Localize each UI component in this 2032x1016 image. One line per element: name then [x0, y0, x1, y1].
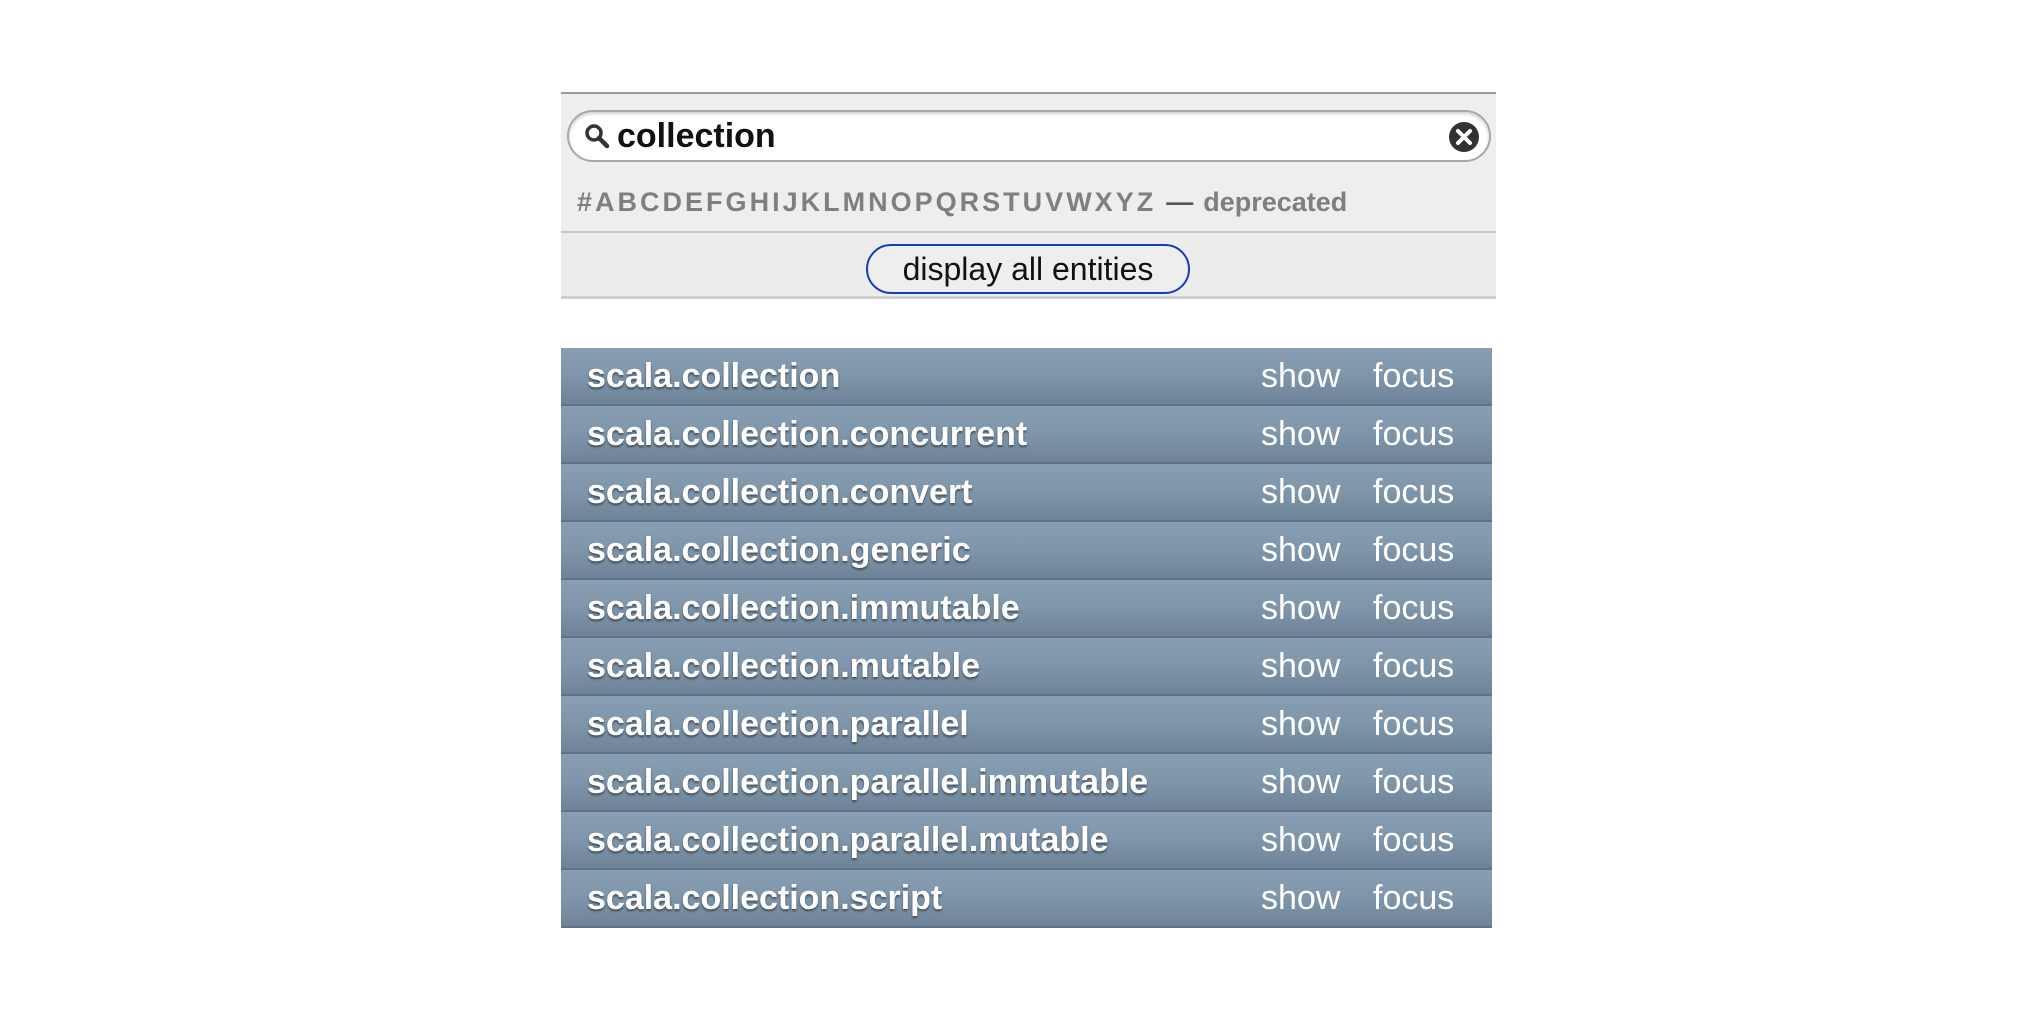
letter-index-item[interactable]: M [843, 187, 866, 218]
entity-row[interactable]: scala.collection.parallel.immutable show f… [561, 754, 1492, 812]
show-link[interactable]: show [1261, 696, 1340, 752]
entity-row[interactable]: scala.collection.convert show focus [561, 464, 1492, 522]
clear-search-icon[interactable] [1447, 120, 1481, 154]
letter-index-item[interactable]: L [823, 187, 840, 218]
focus-link[interactable]: focus [1373, 406, 1454, 462]
focus-link[interactable]: focus [1373, 696, 1454, 752]
letter-index-item[interactable]: C [640, 187, 660, 218]
entity-name[interactable]: scala.collection.mutable [587, 638, 980, 694]
letter-index-item[interactable]: X [1095, 187, 1113, 218]
focus-link[interactable]: focus [1373, 870, 1454, 926]
entity-row[interactable]: scala.collection.concurrent show focus [561, 406, 1492, 464]
letter-index-item[interactable]: D [663, 187, 683, 218]
letter-index-item[interactable]: B [618, 187, 638, 218]
show-link[interactable]: show [1261, 870, 1340, 926]
entity-name[interactable]: scala.collection.script [587, 870, 942, 926]
entity-row[interactable]: scala.collection.parallel show focus [561, 696, 1492, 754]
focus-link[interactable]: focus [1373, 464, 1454, 520]
letter-index-item[interactable]: N [868, 187, 888, 218]
letter-index-item[interactable]: Y [1116, 187, 1134, 218]
show-link[interactable]: show [1261, 754, 1340, 810]
show-link[interactable]: show [1261, 812, 1340, 868]
deprecated-link[interactable]: deprecated [1203, 187, 1347, 218]
entity-name[interactable]: scala.collection.convert [587, 464, 973, 520]
letter-index-item[interactable]: P [915, 187, 933, 218]
letter-index-item[interactable]: F [706, 187, 723, 218]
entity-name[interactable]: scala.collection.parallel.immutable [587, 754, 1148, 810]
focus-link[interactable]: focus [1373, 348, 1454, 404]
entity-row[interactable]: scala.collection.mutable show focus [561, 638, 1492, 696]
entity-row[interactable]: scala.collection.parallel.mutable show foc… [561, 812, 1492, 870]
letter-index-item[interactable]: R [960, 187, 980, 218]
letter-index-item[interactable]: I [772, 187, 780, 218]
letter-index-item[interactable]: K [801, 187, 821, 218]
show-link[interactable]: show [1261, 464, 1340, 520]
focus-link[interactable]: focus [1373, 754, 1454, 810]
entity-row[interactable]: scala.collection show focus [561, 348, 1492, 406]
letter-index-item[interactable]: G [726, 187, 747, 218]
show-link[interactable]: show [1261, 638, 1340, 694]
entity-row[interactable]: scala.collection.immutable show focus [561, 580, 1492, 638]
letter-index-item[interactable]: V [1045, 187, 1063, 218]
focus-link[interactable]: focus [1373, 580, 1454, 636]
show-link[interactable]: show [1261, 522, 1340, 578]
entity-name[interactable]: scala.collection [587, 348, 840, 404]
letter-index-item[interactable]: Z [1137, 187, 1154, 218]
entity-row[interactable]: scala.collection.script show focus [561, 870, 1492, 928]
letter-index-item[interactable]: J [783, 187, 798, 218]
entity-name[interactable]: scala.collection.parallel.mutable [587, 812, 1109, 868]
divider [561, 296, 1496, 299]
search-area: #ABCDEFGHIJKLMNOPQRSTUVWXYZ — deprecated [561, 94, 1496, 232]
letter-index-item[interactable]: T [1003, 187, 1020, 218]
entity-list: scala.collection show focus scala.collectio… [561, 348, 1492, 928]
letter-index-item[interactable]: U [1023, 187, 1043, 218]
entity-name[interactable]: scala.collection.immutable [587, 580, 1020, 636]
show-link[interactable]: show [1261, 348, 1340, 404]
entity-name[interactable]: scala.collection.concurrent [587, 406, 1027, 462]
focus-link[interactable]: focus [1373, 522, 1454, 578]
entity-name[interactable]: scala.collection.generic [587, 522, 971, 578]
entity-name[interactable]: scala.collection.parallel [587, 696, 969, 752]
letter-index-separator: — [1166, 186, 1194, 217]
focus-link[interactable]: focus [1373, 812, 1454, 868]
entity-index-panel: #ABCDEFGHIJKLMNOPQRSTUVWXYZ — deprecated s… [561, 92, 1496, 936]
letter-index-item[interactable]: H [750, 187, 770, 218]
search-input[interactable] [617, 116, 1417, 156]
show-link[interactable]: show [1261, 580, 1340, 636]
letter-index-item[interactable]: O [891, 187, 912, 218]
search-icon [583, 122, 611, 150]
focus-link[interactable]: focus [1373, 638, 1454, 694]
entity-row[interactable]: scala.collection.generic show focus [561, 522, 1492, 580]
letter-index-item[interactable]: W [1066, 187, 1091, 218]
display-all-entities-button[interactable]: display all entities [866, 244, 1190, 294]
letter-index-item[interactable]: # [577, 187, 592, 218]
search-box[interactable] [567, 110, 1491, 162]
letter-index: # A B C D E F G H I J K L M N O P Q R S T U V W X Y Z — deprecated [577, 182, 1347, 222]
letter-index-item[interactable]: E [685, 187, 703, 218]
letter-index-item[interactable]: S [982, 187, 1000, 218]
show-link[interactable]: show [1261, 406, 1340, 462]
letter-index-item[interactable]: A [595, 187, 615, 218]
letter-index-item[interactable]: Q [936, 187, 957, 218]
